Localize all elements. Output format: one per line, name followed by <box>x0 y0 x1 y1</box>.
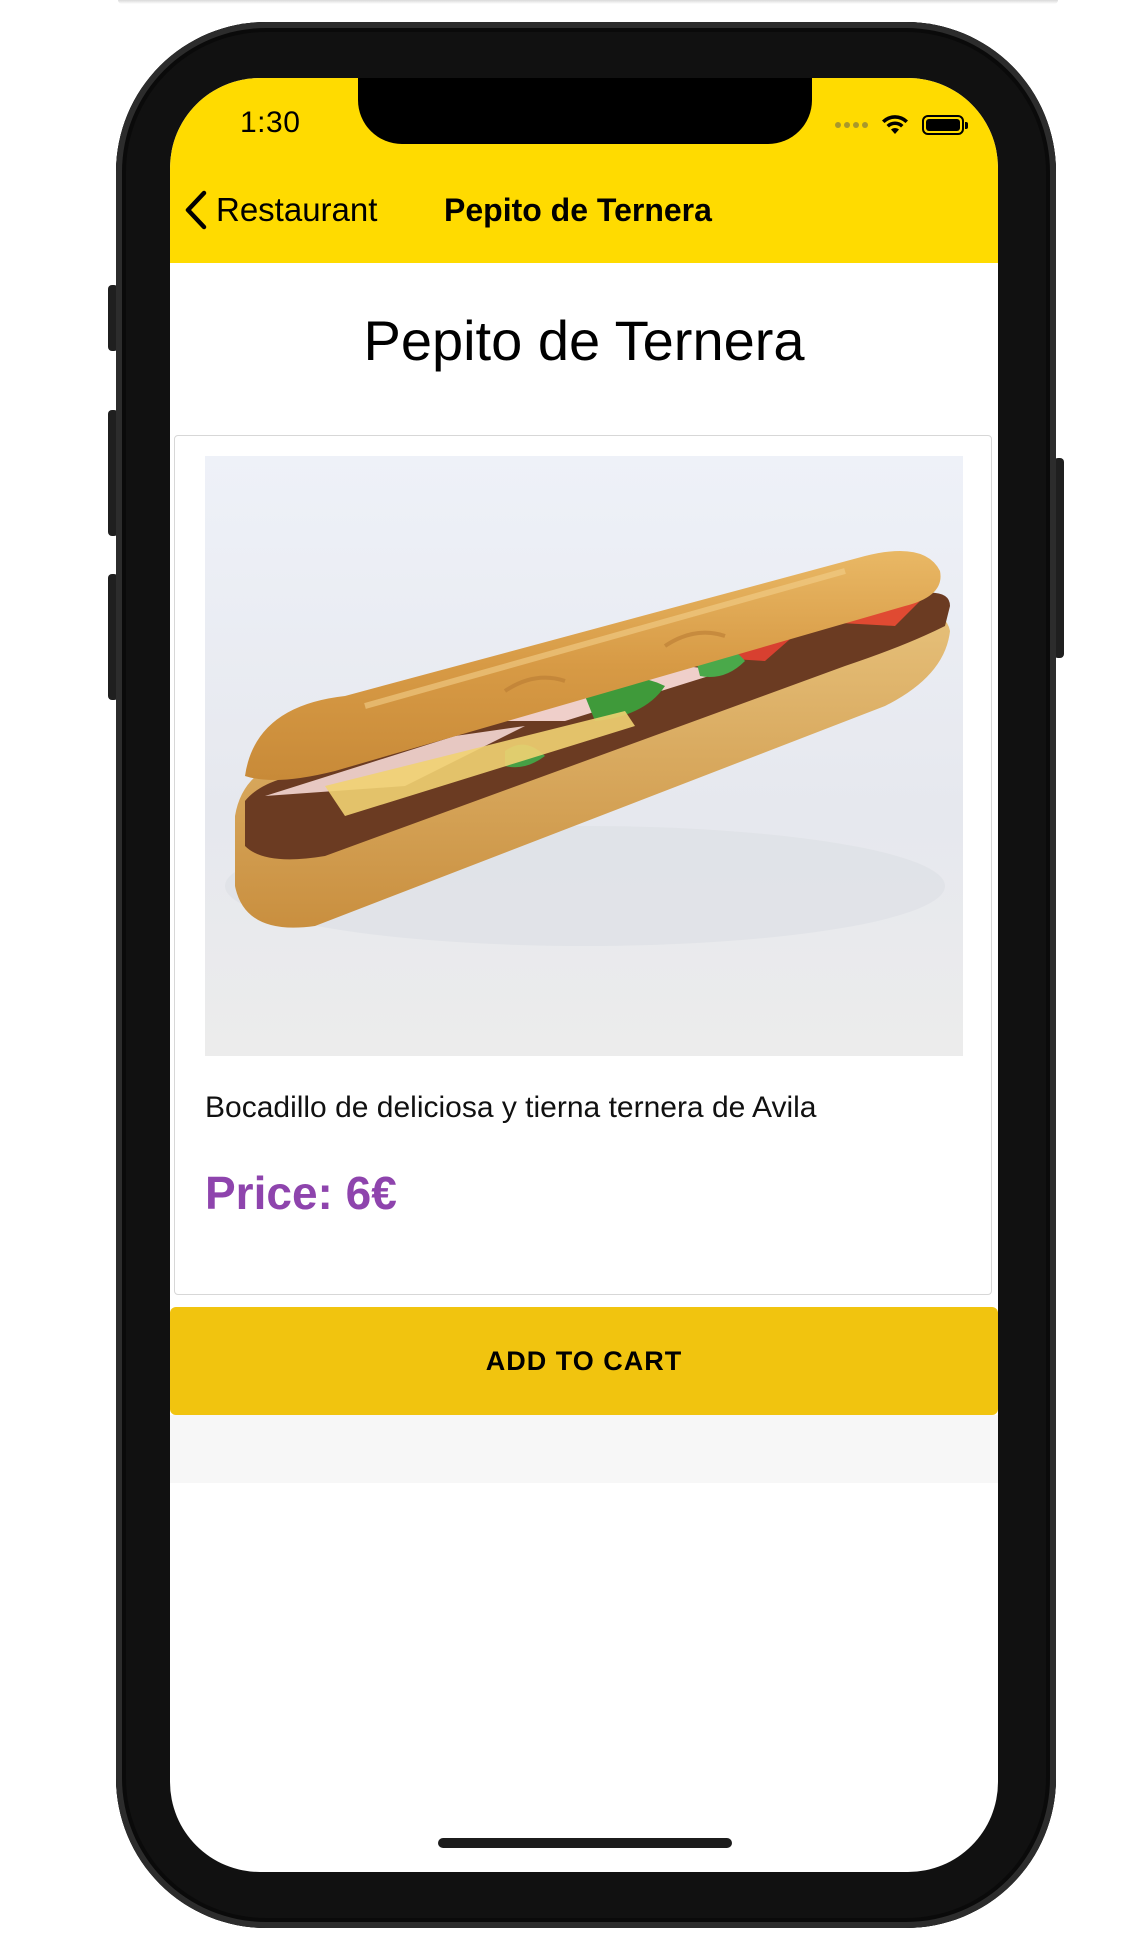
status-indicators <box>835 114 968 136</box>
sandwich-image <box>225 551 950 946</box>
status-time: 1:30 <box>240 106 301 139</box>
add-to-cart-button[interactable]: ADD TO CART <box>170 1307 998 1415</box>
notch <box>358 78 812 144</box>
app-screen: 1:30 Restaurant Pepito de Ternera Pepito… <box>170 78 998 1872</box>
wifi-icon <box>882 115 908 134</box>
footer-area <box>170 1415 998 1483</box>
product-description: Bocadillo de deliciosa y tierna ternera … <box>205 1091 817 1124</box>
product-title: Pepito de Ternera <box>363 309 805 372</box>
device-mockup: 1:30 Restaurant Pepito de Ternera Pepito… <box>0 0 1142 1956</box>
product-card: Bocadillo de deliciosa y tierna ternera … <box>174 435 992 1295</box>
chevron-left-icon <box>185 190 207 230</box>
back-button-label: Restaurant <box>216 191 378 228</box>
nav-title: Pepito de Ternera <box>444 192 712 228</box>
back-button[interactable]: Restaurant <box>184 190 377 230</box>
device-top-edge <box>118 0 1058 4</box>
battery-icon <box>922 115 968 135</box>
sandwich-photo <box>205 456 963 1056</box>
home-indicator[interactable] <box>438 1838 732 1848</box>
signal-icon <box>835 122 868 128</box>
product-price: Price: 6€ <box>205 1167 397 1219</box>
